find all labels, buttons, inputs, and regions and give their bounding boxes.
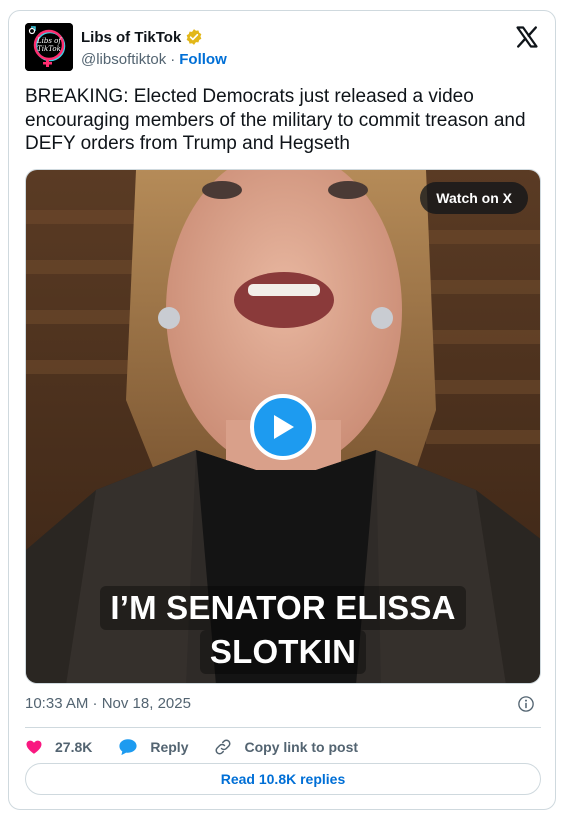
- embedded-post-card: Libs of TikTok Libs of TikTok @libsoftik…: [8, 10, 556, 810]
- avatar[interactable]: Libs of TikTok: [25, 23, 73, 71]
- read-replies-button[interactable]: Read 10.8K replies: [25, 763, 541, 795]
- avatar-image: Libs of TikTok: [25, 23, 73, 71]
- copy-link-label: Copy link to post: [244, 739, 359, 755]
- video-player[interactable]: Watch on X I’M SENATOR ELISSA SLOTKIN: [25, 169, 541, 684]
- author-handle-row: @libsoftiktok · Follow: [81, 51, 227, 68]
- caption-line-2: SLOTKIN: [199, 630, 367, 674]
- author-handle[interactable]: @libsoftiktok: [81, 51, 166, 68]
- like-count: 27.8K: [55, 739, 93, 755]
- action-bar: 27.8K Reply Copy link to post: [25, 735, 384, 759]
- reply-bubble-icon: [119, 739, 137, 756]
- svg-text:Libs of: Libs of: [36, 37, 62, 45]
- reply-label: Reply: [150, 739, 189, 755]
- info-icon[interactable]: [517, 695, 535, 713]
- author-name-row: Libs of TikTok: [81, 28, 203, 46]
- video-caption: I’M SENATOR ELISSA SLOTKIN: [26, 586, 540, 674]
- follow-button[interactable]: Follow: [179, 51, 227, 68]
- x-logo-icon[interactable]: [515, 25, 539, 49]
- reply-button[interactable]: Reply: [118, 738, 188, 756]
- play-button[interactable]: [250, 394, 316, 460]
- handle-separator: ·: [170, 51, 176, 68]
- divider: [25, 727, 541, 728]
- copy-link-button[interactable]: Copy link to post: [214, 738, 358, 756]
- watch-on-x-button[interactable]: Watch on X: [420, 182, 528, 214]
- heart-icon: [26, 740, 42, 754]
- post-timestamp[interactable]: 10:33 AM · Nov 18, 2025: [25, 695, 191, 712]
- play-icon: [274, 415, 294, 439]
- post-text: BREAKING: Elected Democrats just release…: [25, 86, 526, 154]
- like-button[interactable]: 27.8K: [25, 738, 92, 756]
- caption-line-1: I’M SENATOR ELISSA: [100, 586, 466, 630]
- author-display-name[interactable]: Libs of TikTok: [81, 29, 181, 46]
- svg-text:TikTok: TikTok: [37, 45, 61, 53]
- link-icon: [215, 739, 231, 755]
- verified-badge-icon: [186, 29, 202, 45]
